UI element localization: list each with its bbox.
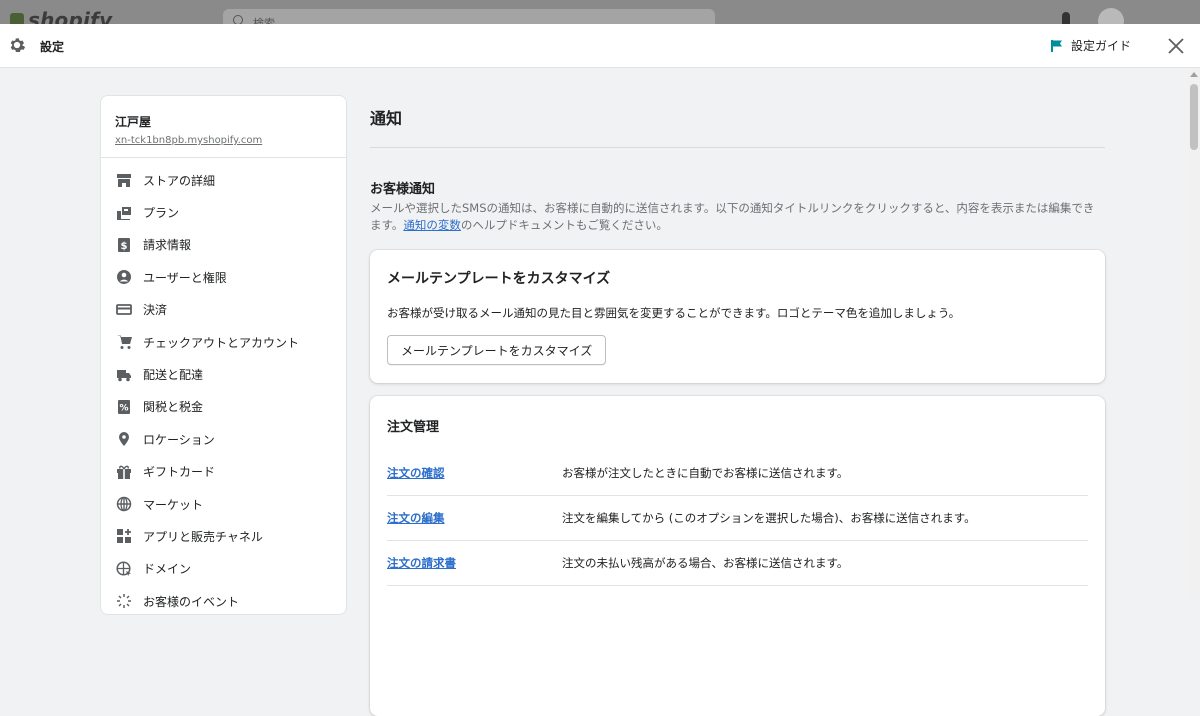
sidebar-item-checkout[interactable]: チェックアウトとアカウント bbox=[101, 326, 346, 358]
divider bbox=[370, 147, 1105, 148]
sidebar-item-shipping[interactable]: 配送と配達 bbox=[101, 358, 346, 390]
globe-icon bbox=[116, 496, 132, 512]
store-name: 江戸屋 bbox=[115, 115, 152, 129]
divider bbox=[101, 157, 346, 158]
sidebar-item-markets[interactable]: マーケット bbox=[101, 488, 346, 520]
scrollbar-thumb[interactable] bbox=[1190, 84, 1198, 150]
background-avatar bbox=[1098, 8, 1124, 24]
gift-icon bbox=[117, 465, 131, 479]
customize-email-template-button[interactable]: メールテンプレートをカスタマイズ bbox=[387, 335, 607, 365]
sidebar-item-apps[interactable]: アプリと販売チャネル bbox=[101, 520, 346, 552]
store-domain-link[interactable]: xn-tck1bn8pb.myshopify.com bbox=[115, 135, 262, 146]
apps-icon bbox=[117, 529, 131, 544]
truck-icon bbox=[117, 369, 131, 381]
setup-guide-label: 設定ガイド bbox=[1071, 39, 1132, 53]
background-bell-icon bbox=[1062, 12, 1070, 24]
search-icon bbox=[233, 15, 243, 24]
sidebar-item-taxes[interactable]: % 関税と税金 bbox=[101, 391, 346, 423]
email-template-description: お客様が受け取るメール通知の見た目と雰囲気を変更することができます。ロゴとテーマ… bbox=[387, 306, 961, 320]
store-icon bbox=[117, 174, 131, 188]
table-row: 注文の請求書 注文の未払い残高がある場合、お客様に送信されます。 bbox=[387, 541, 1088, 586]
notification-list: 注文の確認 お客様が注文したときに自動でお客様に送信されます。 注文の編集 注文… bbox=[387, 451, 1088, 586]
user-icon bbox=[117, 270, 131, 285]
sidebar-item-billing[interactable]: $ 請求情報 bbox=[101, 229, 346, 261]
row-description: 注文の未払い残高がある場合、お客様に送信されます。 bbox=[562, 556, 849, 570]
svg-text:%: % bbox=[119, 403, 128, 413]
close-icon[interactable] bbox=[1166, 36, 1186, 56]
sidebar-item-payments[interactable]: 決済 bbox=[101, 294, 346, 326]
scroll-up-arrow[interactable] bbox=[1190, 72, 1198, 77]
order-invoice-link[interactable]: 注文の請求書 bbox=[387, 555, 562, 571]
store-info: 江戸屋 xn-tck1bn8pb.myshopify.com bbox=[115, 113, 262, 146]
sidebar-item-plan[interactable]: プラン bbox=[101, 196, 346, 228]
sidebar-item-gift-cards[interactable]: ギフトカード bbox=[101, 456, 346, 488]
flag-icon bbox=[1051, 39, 1062, 52]
order-edit-link[interactable]: 注文の編集 bbox=[387, 510, 562, 526]
sidebar-item-locations[interactable]: ロケーション bbox=[101, 423, 346, 455]
settings-header: 設定 設定ガイド bbox=[0, 24, 1200, 68]
location-icon bbox=[119, 432, 129, 447]
domain-icon bbox=[116, 561, 131, 576]
email-template-card: メールテンプレートをカスタマイズ お客様が受け取るメール通知の見た目と雰囲気を変… bbox=[370, 250, 1105, 383]
email-template-title: メールテンプレートをカスタマイズ bbox=[387, 271, 611, 287]
scrollbar[interactable] bbox=[1188, 68, 1200, 600]
sidebar-item-users[interactable]: ユーザーと権限 bbox=[101, 261, 346, 293]
svg-text:$: $ bbox=[121, 241, 128, 252]
sidebar-item-customer-events[interactable]: お客様のイベント bbox=[101, 585, 346, 614]
gear-icon bbox=[10, 38, 26, 53]
page-title: 設定 bbox=[40, 40, 65, 54]
order-confirmation-link[interactable]: 注文の確認 bbox=[387, 465, 562, 481]
section-heading: 通知 bbox=[370, 109, 403, 128]
table-row: 注文の編集 注文を編集してから (このオプションを選択した場合)、お客様に送信さ… bbox=[387, 496, 1088, 541]
setup-guide-button[interactable]: 設定ガイド bbox=[1050, 37, 1131, 54]
notification-variables-link[interactable]: 通知の変数 bbox=[403, 218, 461, 232]
billing-icon: $ bbox=[118, 237, 130, 252]
row-description: お客様が注文したときに自動でお客様に送信されます。 bbox=[562, 466, 849, 480]
settings-nav: ストアの詳細 プラン $ 請求情報 ユーザーと権限 決済 チェックアウトとアカウ… bbox=[101, 164, 346, 614]
plan-icon bbox=[117, 206, 131, 220]
sidebar-item-store-details[interactable]: ストアの詳細 bbox=[101, 164, 346, 196]
order-management-title: 注文管理 bbox=[387, 420, 440, 435]
sidebar-item-domains[interactable]: ドメイン bbox=[101, 553, 346, 585]
cart-icon bbox=[117, 335, 132, 350]
table-row: 注文の確認 お客様が注文したときに自動でお客様に送信されます。 bbox=[387, 451, 1088, 496]
settings-sidebar: 江戸屋 xn-tck1bn8pb.myshopify.com ストアの詳細 プラ… bbox=[100, 95, 347, 615]
order-management-card: 注文管理 注文の確認 お客様が注文したときに自動でお客様に送信されます。 注文の… bbox=[370, 396, 1105, 716]
shopify-logo: shopify bbox=[10, 8, 112, 24]
customer-notifications-description: メールや選択したSMSの通知は、お客様に自動的に送信されます。以下の通知タイトル… bbox=[370, 201, 1095, 232]
background-search: 検索 bbox=[223, 9, 715, 24]
background-admin-bar: shopify 検索 bbox=[0, 0, 1200, 24]
tax-icon: % bbox=[118, 399, 130, 414]
events-icon bbox=[117, 594, 131, 609]
payments-icon bbox=[116, 303, 132, 315]
row-description: 注文を編集してから (このオプションを選択した場合)、お客様に送信されます。 bbox=[562, 511, 976, 525]
customer-notifications-title: お客様通知 bbox=[370, 182, 436, 197]
